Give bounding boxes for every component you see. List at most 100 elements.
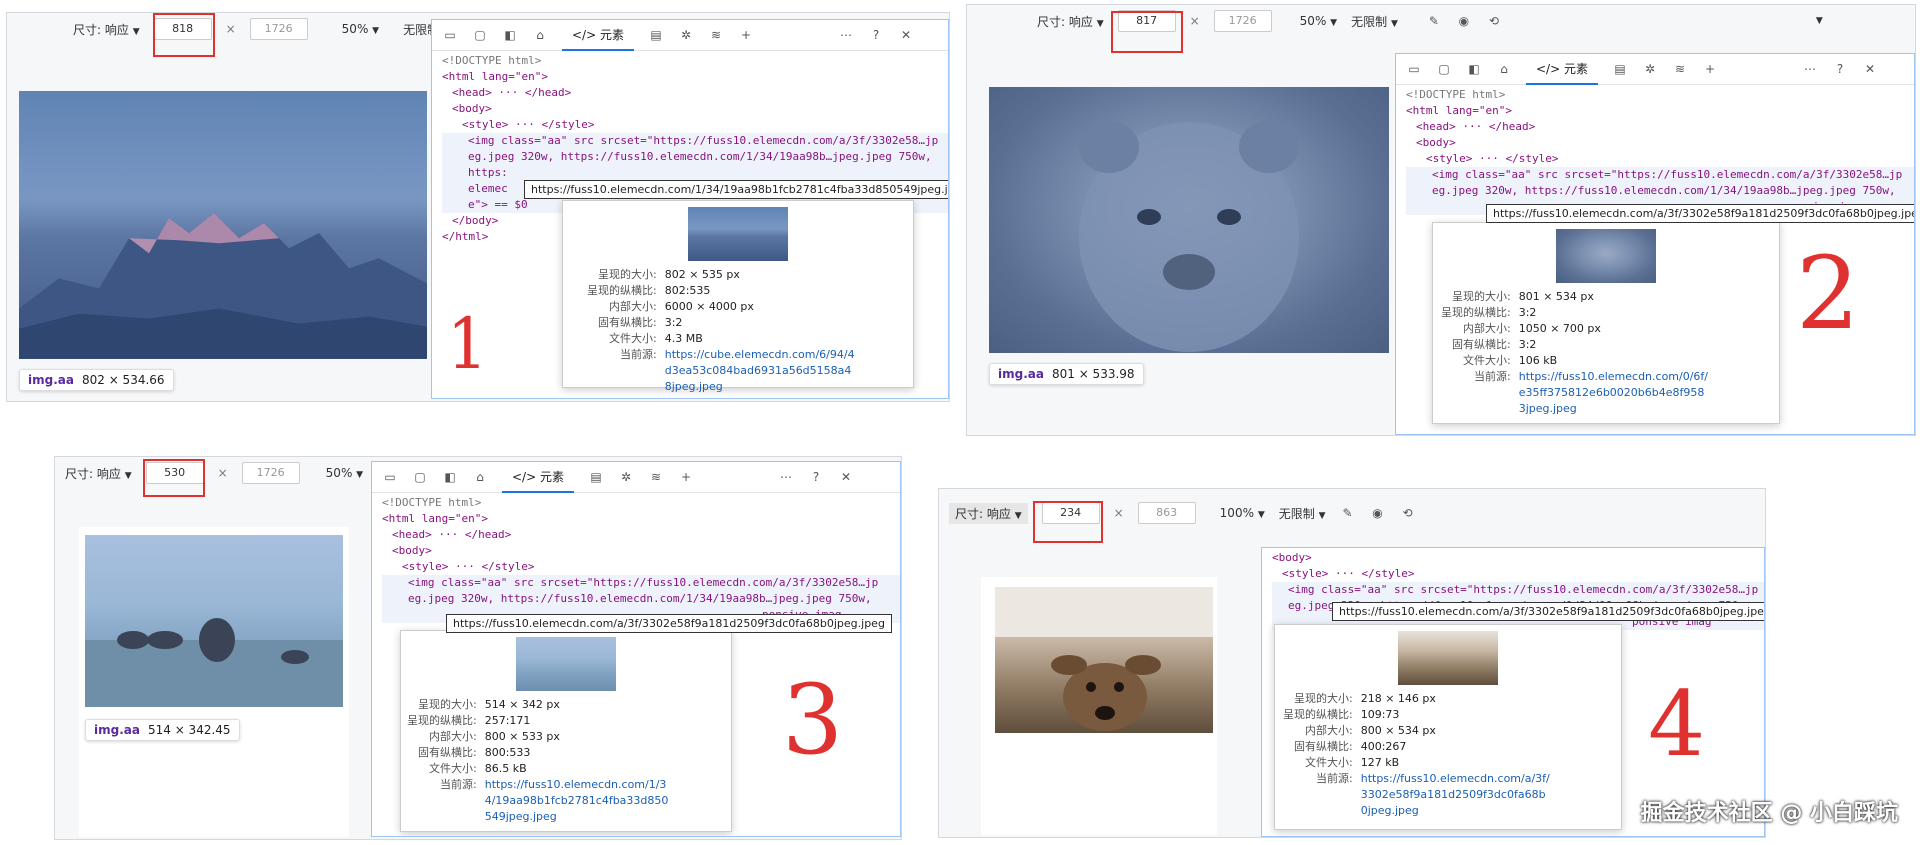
close-icon[interactable]: ✕	[838, 470, 854, 484]
height-input[interactable]: 1726	[249, 18, 308, 40]
zoom-dropdown[interactable]: 50% ▼	[1300, 14, 1337, 28]
screen-icon[interactable]: ▢	[472, 28, 488, 42]
bug-icon[interactable]: ✲	[678, 28, 694, 42]
source-link[interactable]: https://fuss10.elemecdn.com/0/6f/e35ff37…	[1519, 369, 1709, 417]
eye-icon[interactable]: ◉	[1456, 14, 1472, 28]
zoom-dropdown[interactable]: 100% ▼	[1220, 506, 1265, 520]
dom-style[interactable]: <style> ··· </style>	[382, 559, 900, 575]
caret-down-icon[interactable]: ▼	[1816, 16, 1823, 26]
console-icon[interactable]: ▤	[1612, 62, 1628, 76]
zoom-dropdown[interactable]: 50% ▼	[342, 22, 379, 36]
screen-icon[interactable]: ▢	[412, 470, 428, 484]
dom-style[interactable]: <style> ··· </style>	[1272, 566, 1764, 582]
dom-html[interactable]: <html lang="en">	[382, 511, 900, 527]
tab-elements[interactable]: </> 元素	[1526, 54, 1598, 85]
more-icon[interactable]: ⋯	[778, 470, 794, 484]
screen-icon[interactable]: ▢	[1436, 62, 1452, 76]
responsive-dropdown[interactable]: 尺寸: 响应 ▼	[65, 465, 132, 482]
device-toggle-icon[interactable]: ▭	[382, 470, 398, 484]
dock-icon[interactable]: ◧	[502, 28, 518, 42]
element-size: 514 × 342.45	[147, 723, 231, 737]
bug-icon[interactable]: ✲	[618, 470, 634, 484]
home-icon[interactable]: ⌂	[472, 470, 488, 484]
dom-html[interactable]: <html lang="en">	[442, 69, 948, 85]
element-size: 801 × 533.98	[1051, 367, 1135, 381]
tag-name: img.aa	[94, 723, 140, 737]
height-input[interactable]: 1726	[241, 462, 300, 484]
height-input[interactable]: 1726	[1213, 10, 1272, 32]
wifi-icon[interactable]: ≋	[1672, 62, 1688, 76]
info-value: 86.5 kB	[484, 762, 527, 775]
more-icon[interactable]: ⋯	[1802, 62, 1818, 76]
device-toggle-icon[interactable]: ▭	[442, 28, 458, 42]
more-icon[interactable]: ⋯	[838, 28, 854, 42]
console-icon[interactable]: ▤	[648, 28, 664, 42]
help-icon[interactable]: ?	[1832, 62, 1848, 76]
horses-image[interactable]	[85, 535, 343, 707]
dom-body[interactable]: <body>	[1272, 550, 1764, 566]
rotate-icon[interactable]: ⟲	[1486, 14, 1502, 28]
close-icon[interactable]: ✕	[1862, 62, 1878, 76]
source-link[interactable]: https://fuss10.elemecdn.com/a/3f/3302e58…	[1361, 771, 1551, 819]
zoom-dropdown[interactable]: 50% ▼	[326, 466, 363, 480]
source-link[interactable]: https://cube.elemecdn.com/6/94/4d3ea53c0…	[665, 347, 855, 395]
dom-img-line[interactable]: <img class="aa" src srcset="https://fuss…	[382, 575, 900, 591]
source-link[interactable]: https://fuss10.elemecdn.com/1/34/19aa98b…	[485, 777, 675, 825]
info-key: 固有纵横比:	[1452, 338, 1511, 351]
mountain-image[interactable]	[19, 91, 427, 359]
tab-elements[interactable]: </> 元素	[562, 20, 634, 51]
dom-img-line[interactable]: <img class="aa" src srcset="https://fuss…	[442, 133, 948, 149]
plus-icon[interactable]: +	[678, 470, 694, 484]
plus-icon[interactable]: +	[1702, 62, 1718, 76]
eyedropper-icon[interactable]: ✎	[1426, 14, 1442, 28]
help-icon[interactable]: ?	[868, 28, 884, 42]
image-info-popup: 呈现的大小: 514 × 342 px 呈现的纵横比: 257:171 内部大小: 8…	[400, 630, 732, 832]
info-key: 固有纵横比:	[418, 746, 477, 759]
code-icon: </>	[1536, 61, 1561, 76]
lion-image[interactable]	[989, 87, 1389, 353]
throttle-dropdown[interactable]: 无限制 ▼	[1279, 505, 1326, 522]
eyedropper-icon[interactable]: ✎	[1340, 506, 1356, 520]
caret-down-icon: ▼	[1257, 510, 1265, 520]
dom-body[interactable]: <body>	[442, 101, 948, 117]
devtools-pane: ▭ ▢ ◧ ⌂ </> 元素 ▤ ✲ ≋ + ⋯ ? ✕ <!DOCTYPE h…	[371, 461, 901, 837]
dom-html[interactable]: <html lang="en">	[1406, 103, 1914, 119]
dom-style[interactable]: <style> ··· </style>	[1406, 151, 1914, 167]
dom-head[interactable]: <head> ··· </head>	[442, 85, 948, 101]
image-thumbnail	[688, 207, 788, 261]
help-icon[interactable]: ?	[808, 470, 824, 484]
annotation-number: 4	[1648, 672, 1706, 777]
console-icon[interactable]: ▤	[588, 470, 604, 484]
home-icon[interactable]: ⌂	[532, 28, 548, 42]
tab-elements[interactable]: </> 元素	[502, 462, 574, 493]
device-toggle-icon[interactable]: ▭	[1406, 62, 1422, 76]
responsive-dropdown[interactable]: 尺寸: 响应 ▼	[1037, 13, 1104, 30]
dom-style[interactable]: <style> ··· </style>	[442, 117, 948, 133]
rotate-icon[interactable]: ⟲	[1400, 506, 1416, 520]
home-icon[interactable]: ⌂	[1496, 62, 1512, 76]
dom-head[interactable]: <head> ··· </head>	[382, 527, 900, 543]
deer-image[interactable]	[995, 587, 1213, 733]
info-key: 固有纵横比:	[1294, 740, 1353, 753]
dom-body[interactable]: <body>	[382, 543, 900, 559]
wifi-icon[interactable]: ≋	[708, 28, 724, 42]
eye-icon[interactable]: ◉	[1370, 506, 1386, 520]
lion-face	[1079, 121, 1299, 352]
info-key: 当前源:	[620, 348, 657, 361]
dom-img-line[interactable]: <img class="aa" src srcset="https://fuss…	[1406, 167, 1914, 183]
dock-icon[interactable]: ◧	[1466, 62, 1482, 76]
responsive-dropdown[interactable]: 尺寸: 响应 ▼	[73, 21, 140, 38]
caret-down-icon: ▼	[1318, 510, 1326, 521]
dock-icon[interactable]: ◧	[442, 470, 458, 484]
annotation-number: 3	[782, 664, 844, 776]
throttle-dropdown[interactable]: 无限制 ▼	[1351, 13, 1398, 30]
wifi-icon[interactable]: ≋	[648, 470, 664, 484]
responsive-dropdown[interactable]: 尺寸: 响应 ▼	[949, 502, 1028, 524]
close-icon[interactable]: ✕	[898, 28, 914, 42]
dom-head[interactable]: <head> ··· </head>	[1406, 119, 1914, 135]
bug-icon[interactable]: ✲	[1642, 62, 1658, 76]
dom-body[interactable]: <body>	[1406, 135, 1914, 151]
dom-img-line[interactable]: <img class="aa" src srcset="https://fuss…	[1272, 582, 1764, 598]
height-input[interactable]: 863	[1137, 502, 1196, 524]
plus-icon[interactable]: +	[738, 28, 754, 42]
